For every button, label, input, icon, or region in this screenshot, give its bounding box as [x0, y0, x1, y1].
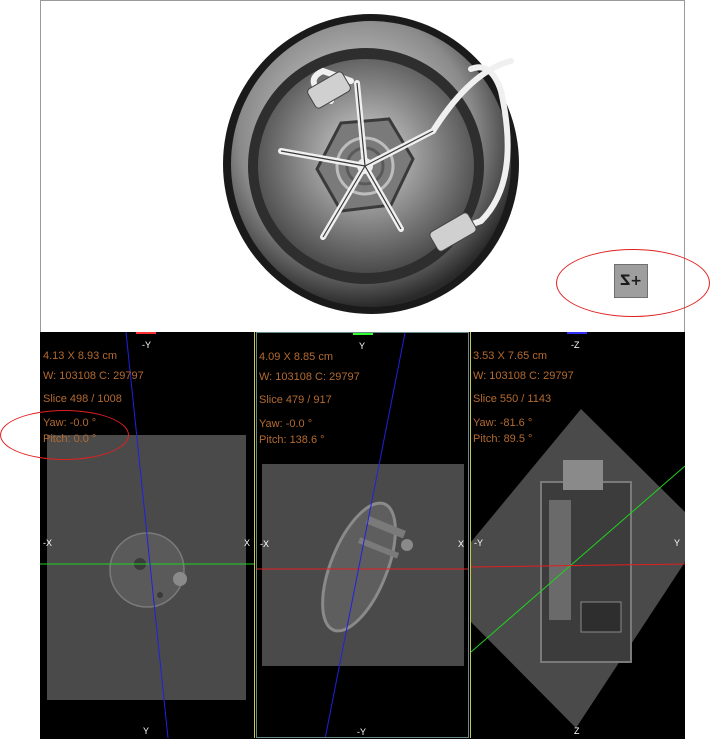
volume-render-view[interactable]: +Z — [40, 0, 685, 333]
slice-number-text: Slice 550 / 1143 — [473, 393, 552, 405]
orientation-label-top: -Y — [142, 340, 151, 350]
orientation-label-left: -X — [43, 538, 52, 548]
pitch-text: Pitch: 0.0 ° — [43, 433, 97, 445]
yaw-text: Yaw: -0.0 ° — [43, 417, 97, 429]
slice-number-text: Slice 479 / 917 — [259, 394, 332, 406]
yaw-text: Yaw: -0.0 ° — [259, 418, 313, 430]
orientation-label-left: -X — [260, 539, 269, 549]
orientation-label-bottom: -Y — [357, 727, 366, 737]
dimensions-text: 4.09 X 8.85 cm — [259, 351, 333, 363]
orientation-label-right: Y — [674, 538, 681, 548]
slice-panel-sagittal[interactable]: 3.53 X 7.65 cm W: 103108 C: 29797 Slice … — [471, 332, 685, 738]
pitch-text: Pitch: 138.6 ° — [259, 434, 325, 446]
slice-panel-coronal[interactable]: 4.09 X 8.85 cm W: 103108 C: 29797 Slice … — [256, 332, 469, 738]
orientation-button[interactable]: +Z — [614, 264, 648, 298]
orientation-label-top: Y — [359, 341, 366, 351]
pitch-text: Pitch: 89.5 ° — [473, 433, 533, 445]
window-level-text: W: 103108 C: 29797 — [259, 371, 360, 383]
dimensions-text: 4.13 X 8.93 cm — [43, 350, 117, 362]
window-level-text: W: 103108 C: 29797 — [473, 370, 574, 382]
panel-divider — [254, 332, 255, 738]
orientation-label-left: -Y — [474, 538, 483, 548]
dimensions-text: 3.53 X 7.65 cm — [473, 350, 547, 362]
window-level-text: W: 103108 C: 29797 — [43, 370, 144, 382]
viewer: +Z 4.13 X 8.93 cm W: 103108 C: 29797 Sli… — [0, 0, 710, 739]
orientation-label-bottom: Y — [143, 726, 150, 736]
slice-panel-axial[interactable]: 4.13 X 8.93 cm W: 103108 C: 29797 Slice … — [40, 332, 254, 738]
orientation-label-bottom: Z — [574, 726, 580, 736]
orientation-label-right: X — [458, 539, 465, 549]
orientation-label-right: X — [244, 538, 251, 548]
yaw-text: Yaw: -81.6 ° — [473, 417, 533, 429]
rendered-object — [223, 14, 519, 314]
slice-number-text: Slice 498 / 1008 — [43, 393, 122, 405]
orientation-label-top: -Z — [571, 340, 580, 350]
slice-views: 4.13 X 8.93 cm W: 103108 C: 29797 Slice … — [40, 332, 685, 739]
